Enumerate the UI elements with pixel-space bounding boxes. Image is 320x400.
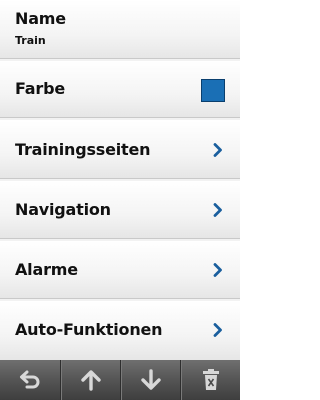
delete-button[interactable]: [180, 360, 240, 400]
training-pages-label: Trainingsseiten: [15, 140, 151, 159]
name-value: Train: [15, 34, 46, 47]
list-item-navigation[interactable]: Navigation: [0, 181, 240, 241]
list-item-color[interactable]: Farbe: [0, 61, 240, 120]
list-item-alarms[interactable]: Alarme: [0, 241, 240, 301]
alarms-label: Alarme: [15, 260, 78, 279]
list-item-auto-functions[interactable]: Auto-Funktionen: [0, 301, 240, 363]
chevron-right-icon: [213, 143, 222, 157]
trash-icon: [202, 369, 219, 390]
color-label: Farbe: [15, 79, 65, 98]
chevron-right-icon: [213, 203, 222, 217]
chevron-right-icon: [213, 263, 222, 277]
color-swatch: [201, 79, 225, 102]
list-item-name[interactable]: Name Train: [0, 0, 240, 61]
navigation-label: Navigation: [15, 200, 111, 219]
chevron-right-icon: [213, 323, 222, 337]
auto-functions-label: Auto-Funktionen: [15, 320, 163, 339]
move-up-button[interactable]: [60, 360, 120, 400]
arrow-down-icon: [140, 369, 161, 390]
move-down-button[interactable]: [120, 360, 180, 400]
back-button[interactable]: [0, 360, 60, 400]
name-label: Name: [15, 9, 66, 28]
list-item-training-pages[interactable]: Trainingsseiten: [0, 121, 240, 181]
back-arrow-icon: [20, 370, 40, 389]
settings-list: Name Train Farbe Trainingsseiten Navigat…: [0, 0, 240, 363]
bottom-toolbar: [0, 360, 240, 400]
arrow-up-icon: [80, 370, 101, 391]
